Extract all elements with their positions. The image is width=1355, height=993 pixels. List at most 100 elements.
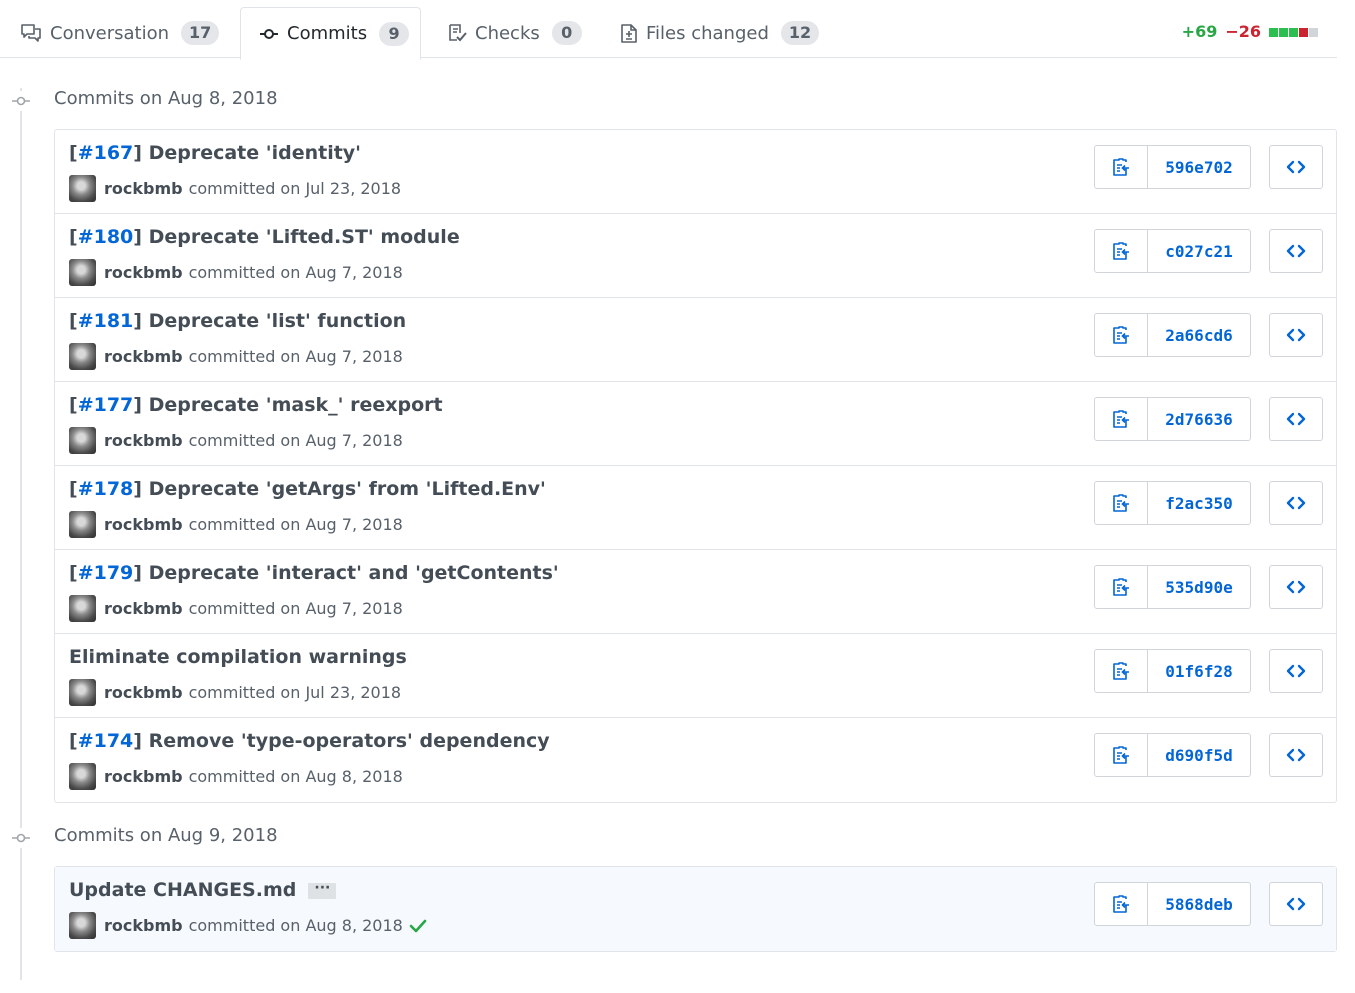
commit-title[interactable]: Update CHANGES.md ··· [69, 879, 337, 901]
commit-sha-link[interactable]: 2a66cd6 [1148, 314, 1250, 356]
avatar[interactable] [69, 427, 96, 454]
tab-conversation[interactable]: Conversation 17 [20, 7, 220, 59]
commit-message[interactable]: Remove 'type-operators' dependency [142, 730, 550, 752]
copy-sha-button[interactable] [1095, 566, 1148, 608]
clipboard-icon [1111, 577, 1131, 597]
sha-button-group: 2d76636 [1094, 397, 1251, 441]
commit-message[interactable]: Update CHANGES.md [69, 879, 296, 901]
commit-sha-link[interactable]: 596e702 [1148, 146, 1250, 188]
browse-repo-button[interactable] [1269, 649, 1323, 693]
commit-date: committed on Aug 8, 2018 [188, 916, 403, 935]
commit-list: [#167] Deprecate 'identity' rockbmb commit… [54, 129, 1337, 803]
commit-sha-link[interactable]: d690f5d [1148, 734, 1250, 776]
commit-sha-link[interactable]: 535d90e [1148, 566, 1250, 608]
issue-link[interactable]: #174 [78, 730, 134, 752]
commit-message[interactable]: Eliminate compilation warnings [69, 646, 407, 668]
commit-meta: rockbmb committed on Aug 7, 2018 [69, 427, 403, 454]
tab-counter: 17 [181, 21, 220, 45]
commit-sha-link[interactable]: c027c21 [1148, 230, 1250, 272]
expand-message-button[interactable]: ··· [308, 881, 337, 899]
commit-title[interactable]: [#174] Remove 'type-operators' dependenc… [69, 730, 550, 752]
browse-repo-button[interactable] [1269, 313, 1323, 357]
browse-repo-button[interactable] [1269, 882, 1323, 926]
issue-link[interactable]: #179 [78, 562, 134, 584]
copy-sha-button[interactable] [1095, 650, 1148, 692]
commit-sha-link[interactable]: 01f6f28 [1148, 650, 1250, 692]
commit-row: [#179] Deprecate 'interact' and 'getCont… [55, 550, 1336, 634]
tab-commits[interactable]: Commits 9 [240, 7, 421, 60]
browse-repo-button[interactable] [1269, 733, 1323, 777]
commit-author[interactable]: rockbmb [104, 916, 183, 935]
tab-checks[interactable]: Checks 0 [447, 7, 582, 59]
clipboard-icon [1111, 661, 1131, 681]
commit-author[interactable]: rockbmb [104, 431, 183, 450]
commit-sha-link[interactable]: 5868deb [1148, 883, 1250, 925]
sha-button-group: c027c21 [1094, 229, 1251, 273]
issue-link[interactable]: #167 [78, 142, 134, 164]
commit-row: [#174] Remove 'type-operators' dependenc… [55, 718, 1336, 802]
avatar[interactable] [69, 343, 96, 370]
copy-sha-button[interactable] [1095, 146, 1148, 188]
commit-message[interactable]: Deprecate 'list' function [142, 310, 407, 332]
avatar[interactable] [69, 259, 96, 286]
browse-repo-button[interactable] [1269, 229, 1323, 273]
commit-title[interactable]: [#179] Deprecate 'interact' and 'getCont… [69, 562, 559, 584]
issue-bracket-close: ] [133, 142, 142, 164]
avatar[interactable] [69, 763, 96, 790]
commit-message[interactable]: Deprecate 'mask_' reexport [142, 394, 443, 416]
commit-author[interactable]: rockbmb [104, 515, 183, 534]
avatar[interactable] [69, 679, 96, 706]
commit-author[interactable]: rockbmb [104, 599, 183, 618]
tab-files-changed[interactable]: Files changed 12 [620, 7, 820, 59]
browse-repo-button[interactable] [1269, 565, 1323, 609]
copy-sha-button[interactable] [1095, 230, 1148, 272]
copy-sha-button[interactable] [1095, 883, 1148, 925]
issue-link[interactable]: #177 [78, 394, 134, 416]
commit-title[interactable]: Eliminate compilation warnings [69, 646, 407, 668]
commit-author[interactable]: rockbmb [104, 683, 183, 702]
commit-sha-link[interactable]: f2ac350 [1148, 482, 1250, 524]
code-icon [1285, 159, 1307, 175]
browse-repo-button[interactable] [1269, 397, 1323, 441]
commit-author[interactable]: rockbmb [104, 179, 183, 198]
copy-sha-button[interactable] [1095, 314, 1148, 356]
avatar[interactable] [69, 175, 96, 202]
commit-title[interactable]: [#180] Deprecate 'Lifted.ST' module [69, 226, 460, 248]
commit-title[interactable]: [#178] Deprecate 'getArgs' from 'Lifted.… [69, 478, 546, 500]
avatar[interactable] [69, 511, 96, 538]
issue-link[interactable]: #181 [78, 310, 134, 332]
commit-date: committed on Aug 7, 2018 [188, 263, 403, 282]
diffstat-block-neutral [1309, 28, 1318, 37]
sha-button-group: f2ac350 [1094, 481, 1251, 525]
check-icon[interactable] [409, 918, 427, 934]
copy-sha-button[interactable] [1095, 482, 1148, 524]
commit-author[interactable]: rockbmb [104, 347, 183, 366]
commit-sha-link[interactable]: 2d76636 [1148, 398, 1250, 440]
issue-link[interactable]: #180 [78, 226, 134, 248]
pr-tabnav: Conversation 17 Commits 9 Checks 0 Files… [0, 0, 1337, 60]
commit-meta: rockbmb committed on Jul 23, 2018 [69, 175, 401, 202]
commit-message[interactable]: Deprecate 'Lifted.ST' module [142, 226, 460, 248]
copy-sha-button[interactable] [1095, 398, 1148, 440]
commit-message[interactable]: Deprecate 'interact' and 'getContents' [142, 562, 559, 584]
avatar[interactable] [69, 595, 96, 622]
issue-link[interactable]: #178 [78, 478, 134, 500]
tab-label: Commits [287, 23, 368, 44]
code-icon [1285, 747, 1307, 763]
issue-bracket-close: ] [133, 478, 142, 500]
commit-message[interactable]: Deprecate 'getArgs' from 'Lifted.Env' [142, 478, 546, 500]
comment-discussion-icon [20, 23, 42, 43]
commit-author[interactable]: rockbmb [104, 767, 183, 786]
commit-title[interactable]: [#177] Deprecate 'mask_' reexport [69, 394, 443, 416]
commit-date: committed on Aug 8, 2018 [188, 767, 403, 786]
sha-button-group: 535d90e [1094, 565, 1251, 609]
browse-repo-button[interactable] [1269, 145, 1323, 189]
browse-repo-button[interactable] [1269, 481, 1323, 525]
commit-message[interactable]: Deprecate 'identity' [142, 142, 361, 164]
avatar[interactable] [69, 912, 96, 939]
commit-title[interactable]: [#181] Deprecate 'list' function [69, 310, 406, 332]
commit-date: committed on Aug 7, 2018 [188, 599, 403, 618]
copy-sha-button[interactable] [1095, 734, 1148, 776]
commit-author[interactable]: rockbmb [104, 263, 183, 282]
commit-title[interactable]: [#167] Deprecate 'identity' [69, 142, 361, 164]
